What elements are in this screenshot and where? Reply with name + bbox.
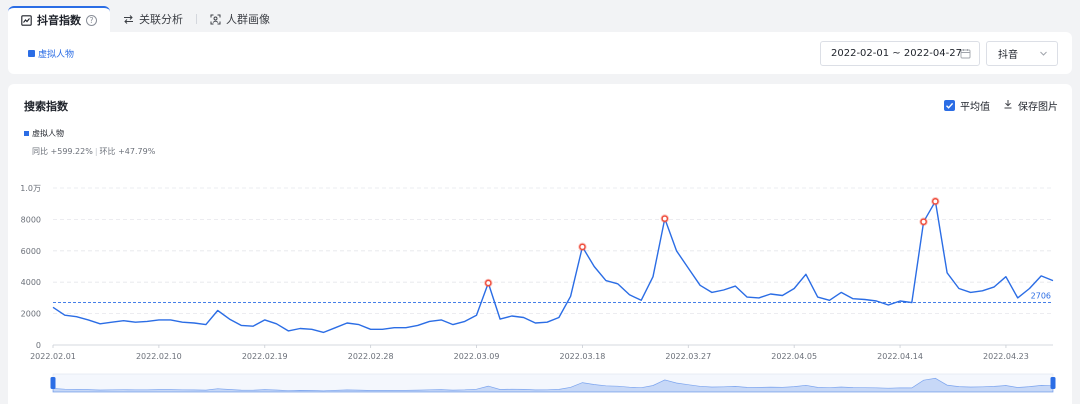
tab-label: 关联分析 bbox=[139, 13, 183, 26]
average-value-label: 2706 bbox=[1031, 292, 1051, 301]
trend-chart-icon bbox=[21, 14, 32, 26]
y-tick-label: 6000 bbox=[21, 247, 41, 256]
x-tick-label: 2022.02.28 bbox=[348, 352, 394, 361]
save-image-label: 保存图片 bbox=[1018, 102, 1058, 113]
x-tick-label: 2022.04.14 bbox=[877, 352, 923, 361]
x-tick-label: 2022.02.01 bbox=[30, 352, 76, 361]
y-tick-label: 1.0万 bbox=[20, 184, 41, 193]
platform-select[interactable]: 抖音 bbox=[986, 41, 1058, 66]
x-tick-label: 2022.03.27 bbox=[665, 352, 711, 361]
tab-audience-profile[interactable]: 人群画像 bbox=[197, 6, 283, 32]
average-label: 平均值 bbox=[960, 102, 990, 113]
search-index-card: 搜索指数 平均值 保存图片 虚拟人物 同比 +599.22% | 环比 +47.79… bbox=[8, 84, 1072, 404]
x-tick-label: 2022.03.09 bbox=[454, 352, 500, 361]
peak-marker bbox=[484, 279, 492, 287]
keyword-tag[interactable]: 虚拟人物 bbox=[28, 47, 74, 60]
peak-marker bbox=[932, 198, 939, 205]
chevron-down-icon bbox=[1039, 49, 1048, 61]
series-line-虚拟人物 bbox=[52, 200, 1054, 334]
y-tick-label: 4000 bbox=[21, 278, 41, 287]
x-tick-label: 2022.03.18 bbox=[560, 352, 606, 361]
y-tick-label: 2000 bbox=[21, 310, 41, 319]
keyword-label: 虚拟人物 bbox=[38, 50, 75, 60]
filter-bar: 虚拟人物 2022-02-01 ~ 2022-04-27 抖音 bbox=[8, 32, 1072, 74]
download-icon bbox=[1003, 99, 1013, 112]
platform-value: 抖音 bbox=[998, 50, 1018, 61]
legend-color-swatch bbox=[24, 131, 29, 136]
tab-related-analysis[interactable]: 关联分析 bbox=[110, 6, 196, 32]
peak-marker bbox=[579, 243, 586, 251]
range-slider-end-handle[interactable] bbox=[1050, 377, 1056, 389]
range-slider-start-handle[interactable] bbox=[50, 377, 56, 389]
mom-change: 环比 +47.79% bbox=[99, 147, 156, 156]
yoy-change: 同比 +599.22% bbox=[32, 147, 93, 156]
x-tick-label: 2022.02.10 bbox=[136, 352, 182, 361]
peak-marker bbox=[661, 215, 669, 222]
change-stats: 同比 +599.22% | 环比 +47.79% bbox=[32, 146, 155, 157]
face-scan-icon bbox=[210, 14, 221, 25]
search-index-line-chart: 0 2000 4000 6000 8000 1.0万 2022.02.01 2022.02.1… bbox=[20, 184, 1056, 393]
help-icon[interactable]: ? bbox=[86, 14, 97, 26]
top-tabs: 抖音指数 ? 关联分析 人群画像 bbox=[8, 6, 283, 32]
average-checkbox[interactable]: 平均值 bbox=[944, 98, 990, 113]
date-range-value: 2022-02-01 ~ 2022-04-27 bbox=[831, 48, 962, 59]
swap-arrows-icon bbox=[123, 14, 134, 25]
tab-label: 人群画像 bbox=[226, 13, 270, 26]
stats-separator: | bbox=[94, 147, 98, 156]
x-tick-label: 2022.04.05 bbox=[771, 352, 817, 361]
date-range-picker[interactable]: 2022-02-01 ~ 2022-04-27 bbox=[820, 41, 980, 66]
x-tick-label: 2022.02.19 bbox=[242, 352, 288, 361]
x-tick-label: 2022.04.23 bbox=[983, 352, 1029, 361]
keyword-color-swatch bbox=[28, 50, 35, 57]
y-tick-label: 0 bbox=[36, 341, 41, 350]
peak-marker bbox=[920, 218, 927, 226]
series-legend[interactable]: 虚拟人物 bbox=[24, 128, 64, 139]
calendar-icon bbox=[960, 48, 971, 62]
y-tick-label: 8000 bbox=[21, 215, 41, 224]
tab-label: 抖音指数 bbox=[37, 14, 81, 27]
chart-title: 搜索指数 bbox=[24, 100, 68, 113]
legend-label: 虚拟人物 bbox=[32, 129, 64, 138]
checkbox-checked-icon bbox=[944, 100, 955, 111]
save-image-button[interactable]: 保存图片 bbox=[1003, 98, 1058, 113]
tab-douyin-index[interactable]: 抖音指数 ? bbox=[8, 6, 110, 32]
